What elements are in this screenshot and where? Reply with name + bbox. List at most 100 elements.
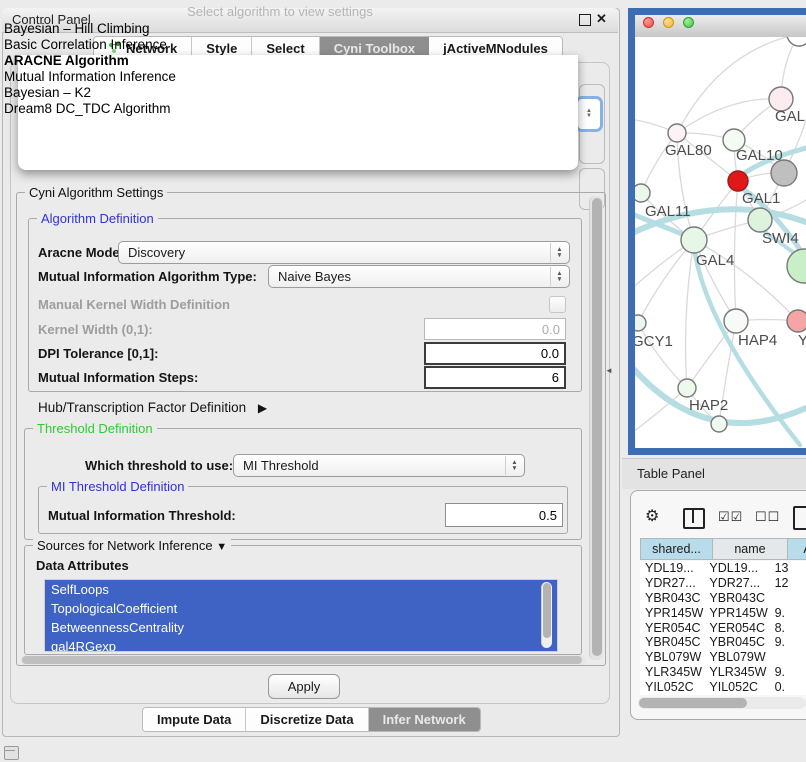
attributes-scrollbar-thumb[interactable] [543, 583, 551, 638]
table-hscrollbar-thumb[interactable] [639, 698, 747, 708]
table-horizontal-scrollbar[interactable] [638, 697, 806, 709]
settings-scrollbar-thumb[interactable] [592, 198, 602, 656]
table-row[interactable]: YLR345WYLR345W9. [640, 665, 806, 680]
node-label-gal10: GAL10 [736, 147, 783, 164]
table-cell: YPR145W [704, 606, 770, 620]
column-header-name[interactable]: name [713, 538, 788, 560]
panel-splitter-grip[interactable]: ◄ [605, 366, 613, 375]
network-node-gal1[interactable] [728, 171, 748, 191]
table-row[interactable]: YBR045CYBR045C9. [640, 635, 806, 650]
table-cell: 8. [771, 621, 806, 635]
network-window-titlebar[interactable] [635, 15, 806, 38]
dpi-tolerance-input[interactable] [424, 342, 566, 365]
aracne-mode-combo[interactable]: Discovery ▲▼ [118, 241, 570, 264]
sources-title: Sources for Network Inference ▼ [33, 538, 231, 553]
network-node-gal4[interactable] [681, 227, 707, 253]
algorithm-option[interactable]: Basic Correlation Inference [4, 37, 554, 53]
network-node-gcy1[interactable] [635, 315, 646, 331]
settings-hscrollbar-thumb[interactable] [22, 656, 582, 664]
mi-steps-input[interactable] [424, 366, 566, 389]
table-panel-title: Table Panel [637, 466, 705, 481]
table-row[interactable]: YBL079WYBL079W [640, 650, 806, 665]
which-threshold-value: MI Threshold [243, 458, 319, 473]
hub-definition-toggle[interactable]: Hub/Transcription Factor Definition ▶ [38, 400, 267, 415]
algorithm-option[interactable]: Dream8 DC_TDC Algorithm [4, 101, 554, 117]
tab-discretize-data[interactable]: Discretize Data [246, 708, 368, 731]
table-cell: YDR27... [640, 576, 704, 590]
table-cell: YBR043C [640, 591, 704, 605]
algorithm-option[interactable]: Bayesian – Hill Climbing [4, 21, 554, 37]
network-node-g11[interactable] [635, 184, 650, 202]
node-label-hap4: HAP4 [738, 332, 777, 349]
tab-impute-data[interactable]: Impute Data [143, 708, 246, 731]
table-cell: YDL19... [640, 561, 704, 575]
node-label-gal80: GAL80 [665, 142, 712, 159]
table-cell: YBR045C [640, 635, 704, 649]
network-node-slm[interactable] [787, 310, 806, 332]
data-attribute-item[interactable]: TopologicalCoefficient [45, 599, 557, 618]
minimize-traffic-light-icon[interactable] [663, 17, 674, 28]
close-icon[interactable]: ✕ [596, 11, 607, 27]
aracne-mode-label: Aracne Mode: [38, 245, 124, 260]
select-all-icon[interactable]: ☑☑ [718, 509, 743, 525]
table-cell: YLR345W [640, 665, 704, 679]
gear-icon[interactable]: ⚙ [645, 506, 659, 526]
table-cell: YIL052C [640, 680, 704, 694]
minimized-panel-icon[interactable] [4, 746, 19, 760]
table-row[interactable]: YBR043CYBR043C [640, 591, 806, 606]
table-row[interactable]: YER054CYER054C8. [640, 620, 806, 635]
network-edge[interactable] [677, 99, 781, 133]
network-node-big[interactable] [787, 249, 806, 283]
float-window-icon[interactable] [579, 14, 591, 26]
node-label-gal: GAL [775, 108, 805, 125]
mi-type-combo[interactable]: Naive Bayes ▲▼ [268, 265, 570, 288]
network-node-top[interactable] [787, 37, 806, 46]
combo-spinner-icon: ▲▼ [550, 267, 568, 286]
table-cell: YBR043C [704, 591, 770, 605]
zoom-traffic-light-icon[interactable] [683, 17, 694, 28]
network-edge[interactable] [686, 240, 694, 388]
hidden-combo-spinner[interactable]: ▲▼ [575, 96, 603, 132]
new-table-icon[interactable] [793, 506, 806, 530]
network-node-swi4[interactable] [748, 208, 772, 232]
tab-infer-network[interactable]: Infer Network [369, 708, 480, 731]
data-attributes-list: SelfLoopsTopologicalCoefficientBetweenne… [44, 579, 558, 652]
algorithm-option[interactable]: ARACNE Algorithm [4, 53, 554, 69]
network-node-hap4[interactable] [724, 309, 748, 333]
network-edge[interactable] [638, 240, 694, 323]
network-node-gal80[interactable] [668, 124, 686, 142]
table-row[interactable]: YDR27...YDR27...12 [640, 576, 806, 591]
table-header-row: shared... name A [640, 538, 806, 560]
table-row[interactable]: YDL19...YDL19...13 [640, 561, 806, 576]
data-attributes-label: Data Attributes [36, 558, 129, 573]
data-attribute-item[interactable]: SelfLoops [45, 580, 557, 599]
kernel-width-input[interactable] [424, 318, 566, 340]
table-row[interactable]: YIL052CYIL052C0. [640, 679, 806, 694]
data-attribute-item[interactable]: BetweennessCentrality [45, 618, 557, 637]
network-graph[interactable]: GALGAL80GAL10GAL1GAL11SWI4GAL4GCY1HAP4YH… [635, 37, 806, 448]
column-header-clipped[interactable]: A [788, 538, 806, 560]
data-attribute-item[interactable]: gal4RGexp [45, 637, 557, 652]
mi-threshold-input[interactable] [445, 503, 563, 527]
close-traffic-light-icon[interactable] [643, 17, 654, 28]
which-threshold-combo[interactable]: MI Threshold ▲▼ [233, 454, 525, 477]
algorithm-option[interactable]: Bayesian – K2 [4, 85, 554, 101]
apply-button[interactable]: Apply [268, 674, 340, 699]
kernel-width-label: Kernel Width (0,1): [38, 322, 153, 337]
collapsed-arrow-icon: ▶ [258, 401, 267, 415]
algorithm-option[interactable]: Mutual Information Inference [4, 69, 554, 85]
table-row[interactable]: YPR145WYPR145W9. [640, 605, 806, 620]
network-node-botn[interactable] [711, 416, 727, 432]
settings-horizontal-scrollbar[interactable] [20, 655, 586, 665]
network-node-hap2[interactable] [678, 379, 696, 397]
attributes-scrollbar[interactable] [541, 582, 552, 648]
deselect-all-icon[interactable]: ☐☐ [755, 509, 780, 525]
aracne-mode-value: Discovery [128, 245, 185, 260]
settings-vertical-scrollbar[interactable] [589, 196, 603, 660]
mi-type-label: Mutual Information Algorithm Type: [38, 269, 257, 284]
columns-icon[interactable] [683, 508, 705, 529]
manual-kernel-checkbox[interactable] [549, 296, 566, 313]
column-header-shared[interactable]: shared... [640, 538, 713, 560]
network-edge[interactable] [734, 181, 738, 321]
spinner-down-icon: ▼ [586, 114, 592, 119]
